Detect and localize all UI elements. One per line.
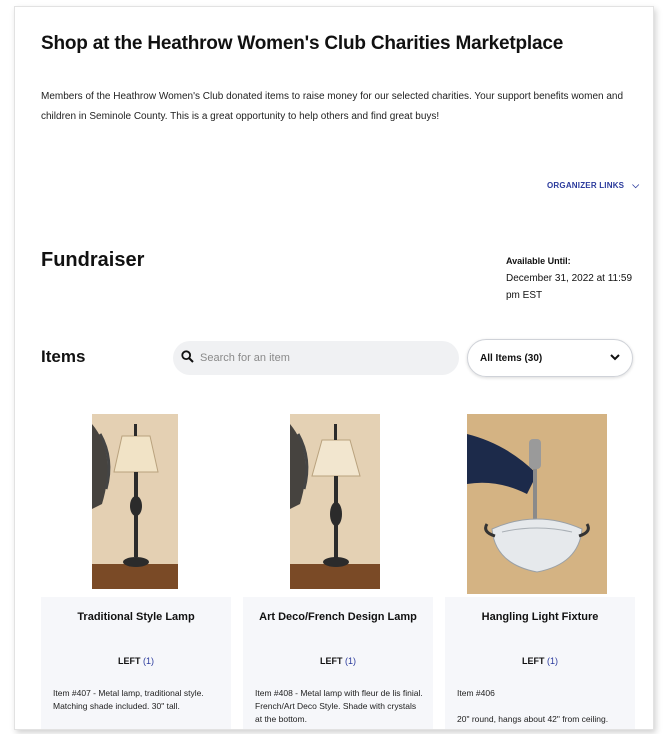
remaining-count: (1) <box>547 656 558 666</box>
page-frame: Shop at the Heathrow Women's Club Charit… <box>14 6 654 730</box>
remaining-count: (1) <box>345 656 356 666</box>
search-input[interactable] <box>200 352 440 364</box>
available-until: Available Until: December 31, 2022 at 11… <box>506 253 636 304</box>
item-remaining: LEFT (1) <box>445 656 635 666</box>
fundraiser-heading: Fundraiser <box>41 249 145 271</box>
item-search-box[interactable] <box>173 341 459 375</box>
remaining-label: LEFT <box>117 656 141 666</box>
organizer-links-label: ORGANIZER LINKS <box>547 181 625 190</box>
item-image-lamp-traditional[interactable] <box>92 414 178 589</box>
item-name[interactable]: Hangling Light Fixture <box>445 611 635 623</box>
remaining-label: LEFT <box>521 656 545 666</box>
item-remaining: LEFT (1) <box>41 656 231 666</box>
item-remaining: LEFT (1) <box>243 656 433 666</box>
search-icon <box>181 350 194 366</box>
items-filter-value: All Items (30) <box>480 352 543 364</box>
item-image-lamp-art-deco[interactable] <box>290 414 380 589</box>
item-description: Item #408 - Metal lamp with fleur de lis… <box>255 688 423 724</box>
item-image-hanging-fixture[interactable] <box>467 414 607 594</box>
item-description: Item #406 20" round, hangs about 42" fro… <box>457 688 609 724</box>
item-name[interactable]: Art Deco/French Design Lamp <box>243 611 433 623</box>
available-until-label: Available Until: <box>506 256 571 266</box>
remaining-label: LEFT <box>319 656 343 666</box>
item-description: Item #407 - Metal lamp, traditional styl… <box>53 688 204 711</box>
remaining-count: (1) <box>143 656 154 666</box>
chevron-down-icon <box>610 352 620 364</box>
chevron-down-icon: ⌵ <box>632 180 640 190</box>
items-heading: Items <box>41 347 86 366</box>
marketplace-description: Members of the Heathrow Women's Club don… <box>41 91 624 122</box>
organizer-links-toggle[interactable]: ORGANIZER LINKS ⌵ <box>547 180 639 191</box>
page-title: Shop at the Heathrow Women's Club Charit… <box>41 33 564 54</box>
available-until-value: December 31, 2022 at 11:59 pm EST <box>506 273 633 301</box>
items-filter-select[interactable]: All Items (30) <box>467 339 633 377</box>
item-name[interactable]: Traditional Style Lamp <box>41 611 231 623</box>
